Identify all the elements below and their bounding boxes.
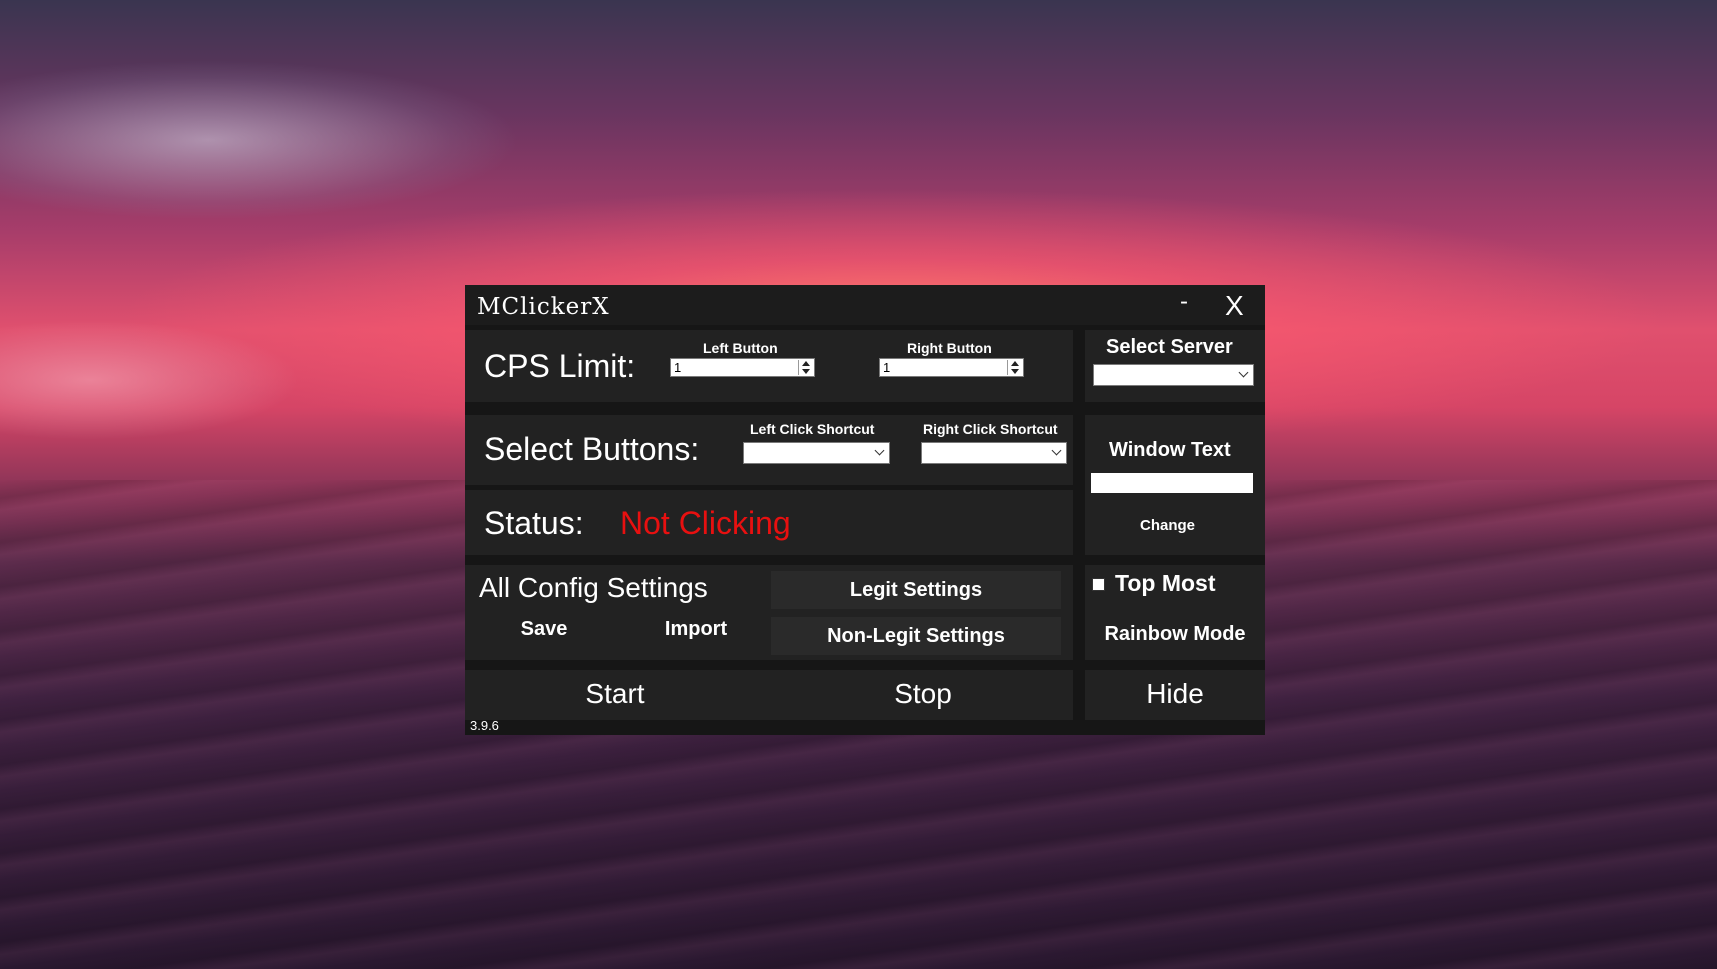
start-button[interactable]: Start <box>525 678 705 710</box>
window-text-input[interactable] <box>1091 473 1253 493</box>
stepper-arrows-icon[interactable] <box>1007 360 1022 375</box>
cps-limit-label: CPS Limit: <box>484 348 636 384</box>
config-panel: All Config Settings Save Import Legit Se… <box>465 565 1073 660</box>
left-click-shortcut-label: Left Click Shortcut <box>750 421 875 437</box>
version-label: 3.9.6 <box>470 718 499 733</box>
minimize-button[interactable]: - <box>1180 288 1188 316</box>
save-button[interactable]: Save <box>513 618 575 641</box>
chevron-down-icon <box>1238 367 1249 378</box>
start-stop-panel: Start Stop <box>465 670 1073 720</box>
stop-button[interactable]: Stop <box>833 678 1013 710</box>
hide-panel: Hide <box>1085 670 1265 720</box>
rainbow-mode-button[interactable]: Rainbow Mode <box>1093 623 1257 646</box>
left-cps-value: 1 <box>674 360 682 375</box>
window-text-panel: Window Text Change <box>1085 415 1265 555</box>
close-button[interactable]: X <box>1225 290 1244 322</box>
chevron-down-icon <box>874 445 885 456</box>
sky-cloud-glow <box>0 320 300 440</box>
window-text-label: Window Text <box>1109 439 1231 461</box>
legit-settings-button[interactable]: Legit Settings <box>771 571 1061 609</box>
change-button[interactable]: Change <box>1125 517 1210 534</box>
select-server-label: Select Server <box>1106 336 1233 358</box>
right-click-shortcut-label: Right Click Shortcut <box>923 421 1058 437</box>
stepper-arrows-icon[interactable] <box>798 360 813 375</box>
options-panel: Top Most Rainbow Mode <box>1085 565 1265 660</box>
right-click-shortcut-dropdown[interactable] <box>921 442 1067 464</box>
import-button[interactable]: Import <box>653 618 739 641</box>
window-title: MClickerX <box>477 294 610 320</box>
right-cps-value: 1 <box>883 360 891 375</box>
status-label: Status: <box>484 505 584 541</box>
all-config-settings-label: All Config Settings <box>479 572 708 603</box>
non-legit-settings-button[interactable]: Non-Legit Settings <box>771 617 1061 655</box>
sky-cloud <box>0 60 520 220</box>
hide-button[interactable]: Hide <box>1085 678 1265 710</box>
left-button-label: Left Button <box>703 340 778 356</box>
title-bar[interactable]: MClickerX - X <box>465 285 1265 325</box>
top-most-checkbox[interactable] <box>1092 578 1105 591</box>
cps-limit-panel: CPS Limit: Left Button 1 Right Button 1 <box>465 330 1073 402</box>
app-window: MClickerX - X CPS Limit: Left Button 1 R… <box>465 285 1265 735</box>
select-buttons-panel: Select Buttons: Left Click Shortcut Righ… <box>465 415 1073 485</box>
select-buttons-label: Select Buttons: <box>484 431 700 467</box>
server-dropdown[interactable] <box>1093 364 1254 386</box>
status-panel: Status: Not Clicking <box>465 490 1073 555</box>
left-button-cps-stepper[interactable]: 1 <box>670 358 815 377</box>
chevron-down-icon <box>1051 445 1062 456</box>
select-server-panel: Select Server <box>1085 330 1265 402</box>
status-value: Not Clicking <box>620 505 791 541</box>
top-most-label[interactable]: Top Most <box>1115 570 1216 597</box>
right-button-cps-stepper[interactable]: 1 <box>879 358 1024 377</box>
left-click-shortcut-dropdown[interactable] <box>743 442 890 464</box>
right-button-label: Right Button <box>907 340 992 356</box>
